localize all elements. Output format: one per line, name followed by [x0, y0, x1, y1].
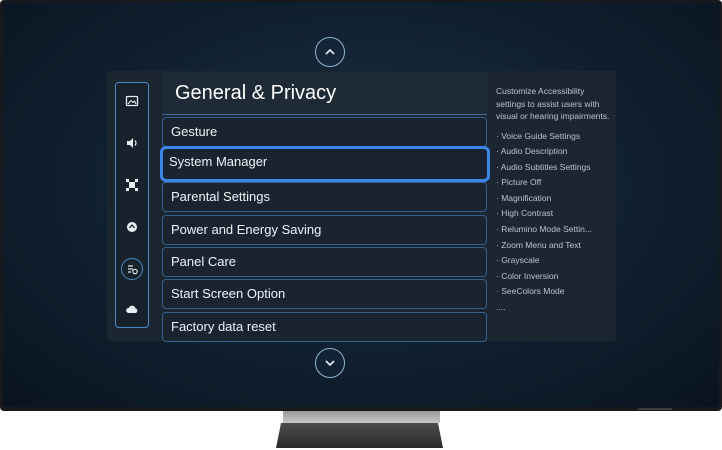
tv-stand-base [276, 423, 443, 448]
menu-item-gesture[interactable]: Gesture [162, 117, 487, 147]
description-item: · Audio Subtitles Settings [496, 161, 591, 172]
description-item: · Magnification [496, 192, 552, 203]
scroll-up-button[interactable] [315, 37, 345, 67]
description-item: · Relumino Mode Settin... [496, 224, 592, 235]
menu-item-system-manager[interactable]: System Manager [160, 146, 490, 182]
description-panel: Customize Accessibility settings to assi… [496, 85, 614, 316]
settings-panel: General & Privacy Gesture System Manager… [107, 71, 616, 342]
tv-screen: General & Privacy Gesture System Manager… [3, 2, 719, 407]
description-item: · Picture Off [496, 177, 542, 188]
page-title: General & Privacy [162, 72, 487, 115]
sound-icon[interactable] [122, 133, 142, 153]
description-item: · Voice Guide Settings [496, 130, 581, 141]
scroll-down-button[interactable] [315, 348, 345, 378]
chevron-down-icon [325, 360, 335, 367]
description-item: · High Contrast [496, 208, 554, 219]
menu-item-parental-settings[interactable]: Parental Settings [162, 182, 487, 212]
category-sidebar [115, 82, 149, 328]
chevron-up-icon [325, 48, 335, 55]
menu-item-panel-care[interactable]: Panel Care [162, 247, 487, 277]
tv-frame: General & Privacy Gesture System Manager… [0, 0, 722, 411]
description-item: · Grayscale [496, 255, 540, 266]
description-list: · Voice Guide Settings · Audio Descriptio… [496, 129, 614, 316]
picture-icon[interactable] [122, 91, 142, 111]
description-text: Customize Accessibility settings to assi… [496, 86, 610, 121]
menu-item-start-screen-option[interactable]: Start Screen Option [162, 279, 487, 309]
description-item: · Audio Description [496, 146, 568, 157]
menu-item-power-energy-saving[interactable]: Power and Energy Saving [162, 215, 487, 245]
description-item: · SeeColors Mode [496, 286, 565, 297]
connection-icon[interactable] [122, 175, 142, 195]
support-icon[interactable] [122, 217, 142, 237]
description-item: · Color Inversion [496, 270, 559, 281]
cloud-icon[interactable] [122, 300, 142, 320]
menu-item-factory-data-reset[interactable]: Factory data reset [162, 312, 487, 342]
description-item: .... [496, 302, 506, 313]
tv-stand-neck [283, 411, 440, 423]
description-item: · Zoom Menu and Text [496, 239, 581, 250]
general-privacy-icon[interactable] [121, 258, 143, 280]
bezel-logo [638, 408, 672, 410]
